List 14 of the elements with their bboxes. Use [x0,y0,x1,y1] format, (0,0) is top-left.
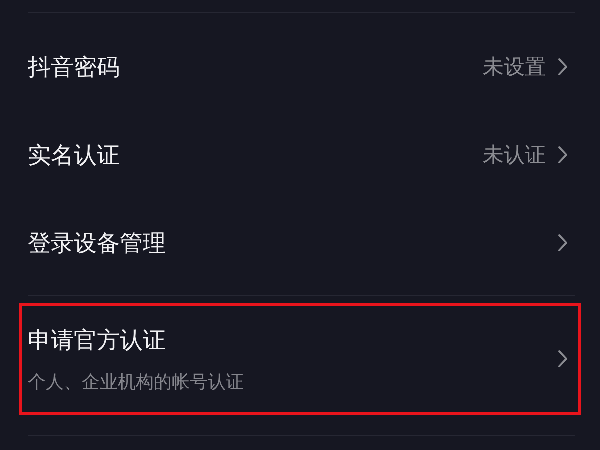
item-title: 抖音密码 [28,54,120,82]
settings-item[interactable]: 抖音密码 未设置 [0,23,600,111]
chevron-icon [558,146,568,164]
item-subtitle: 个人、企业机构的帐号认证 [28,370,244,394]
item-title: 实名认证 [28,142,120,170]
settings-item[interactable]: 登录设备管理 [0,199,600,287]
chevron-icon [558,58,568,76]
item-value: 未认证 [483,142,546,169]
chevron-icon [558,234,568,252]
item-title: 申请官方认证 [28,326,167,356]
item-value: 未设置 [483,54,546,81]
chevron-icon [558,350,568,368]
item-title: 登录设备管理 [28,230,166,258]
settings-item[interactable]: 实名认证 未认证 [0,111,600,199]
